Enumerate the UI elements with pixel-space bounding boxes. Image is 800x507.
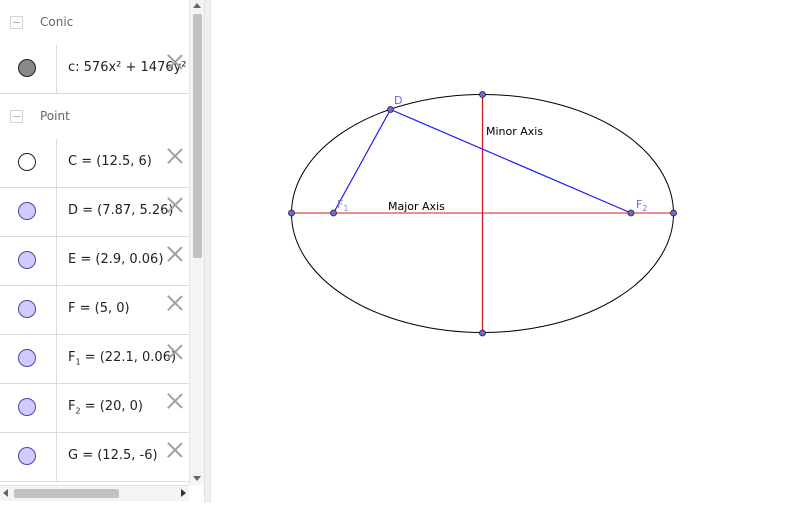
delete-icon[interactable] [165, 244, 185, 264]
point-row-g[interactable]: G = (12.5, -6) [0, 433, 189, 482]
visibility-marble-icon[interactable] [18, 447, 36, 465]
marble-cell [0, 433, 57, 481]
point-e[interactable] [288, 209, 295, 217]
visibility-marble-icon[interactable] [18, 251, 36, 269]
point-name: D [68, 203, 79, 218]
scroll-up-icon[interactable] [193, 3, 201, 8]
point-row-f[interactable]: F = (5, 0) [0, 286, 189, 335]
view-splitter[interactable] [204, 0, 211, 503]
point-value: = (7.87, 5.26) [78, 203, 174, 218]
visibility-marble-icon[interactable] [18, 202, 36, 220]
point-value: = (20, 0) [80, 399, 143, 414]
point-name: C [68, 154, 78, 169]
point-expression[interactable]: E = (2.9, 0.06) [68, 252, 163, 267]
collapse-icon[interactable] [10, 110, 23, 123]
delete-icon[interactable] [165, 146, 185, 166]
point-expression[interactable]: F1 = (22.1, 0.06) [68, 350, 176, 367]
graphics-canvas[interactable]: Minor Axis Major Axis D F2 F1 [211, 0, 800, 503]
point-value: = (5, 0) [75, 301, 130, 316]
delete-icon[interactable] [165, 440, 185, 460]
point-f1-subscript: 1 [343, 204, 348, 213]
point-expression[interactable]: G = (12.5, -6) [68, 448, 158, 463]
point-value: = (12.5, -6) [78, 448, 158, 463]
point-group-label: Point [40, 109, 70, 123]
delete-icon[interactable] [165, 342, 185, 362]
conic-group-header: Conic [0, 0, 189, 46]
marble-cell [0, 139, 57, 187]
scroll-right-icon[interactable] [181, 489, 186, 497]
marble-cell [0, 384, 57, 432]
minor-axis-label: Minor Axis [486, 125, 543, 138]
point-expression[interactable]: C = (12.5, 6) [68, 154, 152, 169]
point-row-f2[interactable]: F2 = (20, 0) [0, 384, 189, 433]
marble-cell [0, 188, 57, 236]
point-f1-label: F1 [337, 198, 348, 213]
point-expression[interactable]: F = (5, 0) [68, 301, 130, 316]
point-value: = (12.5, 6) [77, 154, 152, 169]
algebra-view: Conic c: 576x² + 1476y² - Point C = (12.… [0, 0, 204, 503]
point-f2-subscript: 2 [642, 204, 647, 213]
point-g[interactable] [479, 329, 486, 337]
marble-cell [0, 237, 57, 285]
collapse-icon[interactable] [10, 16, 23, 29]
vertical-scrollbar[interactable] [189, 0, 204, 485]
delete-icon[interactable] [165, 195, 185, 215]
visibility-marble-icon[interactable] [18, 59, 36, 77]
visibility-marble-icon[interactable] [18, 398, 36, 416]
major-axis-label: Major Axis [388, 200, 445, 213]
delete-icon[interactable] [165, 293, 185, 313]
point-c[interactable] [479, 91, 486, 98]
point-f[interactable] [670, 209, 677, 217]
graphics-view[interactable]: Minor Axis Major Axis D F2 F1 [211, 0, 800, 503]
scroll-down-icon[interactable] [193, 476, 201, 481]
horizontal-scrollbar[interactable] [0, 485, 189, 501]
marble-cell [0, 335, 57, 383]
point-row-c[interactable]: C = (12.5, 6) [0, 139, 189, 188]
scroll-left-icon[interactable] [3, 489, 8, 497]
point-f2[interactable] [627, 209, 635, 217]
delete-icon[interactable] [165, 391, 185, 411]
point-row-f1[interactable]: F1 = (22.1, 0.06) [0, 335, 189, 384]
point-d-label: D [394, 94, 402, 107]
point-value: = (2.9, 0.06) [76, 252, 164, 267]
point-d[interactable] [387, 106, 394, 113]
visibility-marble-icon[interactable] [18, 349, 36, 367]
point-expression[interactable]: F2 = (20, 0) [68, 399, 143, 416]
conic-group-label: Conic [40, 15, 74, 29]
visibility-marble-icon[interactable] [18, 300, 36, 318]
visibility-marble-icon[interactable] [18, 153, 36, 171]
delete-icon[interactable] [165, 52, 185, 72]
marble-cell [0, 45, 57, 93]
point-row-e[interactable]: E = (2.9, 0.06) [0, 237, 189, 286]
conic-row[interactable]: c: 576x² + 1476y² - [0, 45, 189, 94]
point-value: = (22.1, 0.06) [80, 350, 177, 365]
horizontal-scroll-thumb[interactable] [14, 489, 119, 498]
vertical-scroll-thumb[interactable] [193, 14, 202, 258]
marble-cell [0, 286, 57, 334]
point-f1[interactable] [330, 209, 337, 217]
point-row-d[interactable]: D = (7.87, 5.26) [0, 188, 189, 237]
point-name: E [68, 252, 77, 267]
point-name: G [68, 448, 79, 463]
point-group-header: Point [0, 94, 189, 140]
point-expression[interactable]: D = (7.87, 5.26) [68, 203, 173, 218]
point-f2-label: F2 [636, 198, 647, 213]
